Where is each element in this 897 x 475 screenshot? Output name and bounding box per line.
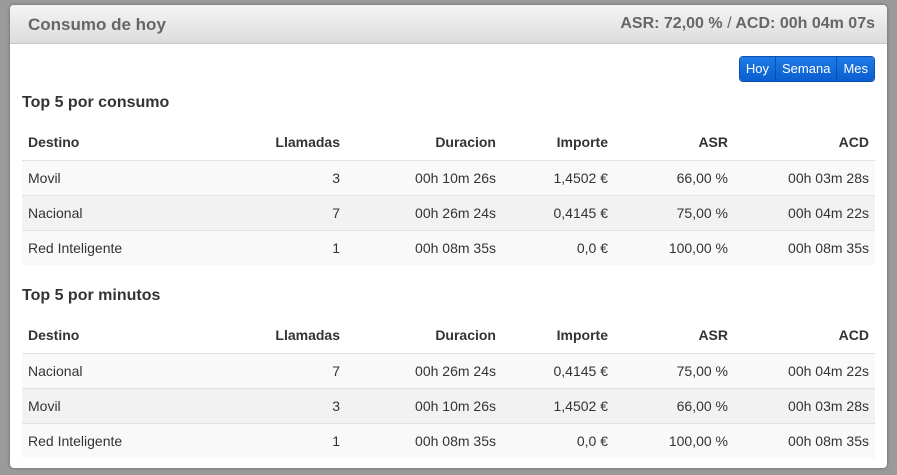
cell-asr: 75,00 %: [614, 353, 734, 389]
cell-asr: 100,00 %: [614, 230, 734, 265]
cell-importe: 1,4502 €: [502, 160, 614, 196]
col-acd: ACD: [734, 318, 875, 354]
cell-duracion: 00h 26m 24s: [346, 195, 502, 231]
col-importe: Importe: [502, 125, 614, 161]
stats-separator: /: [727, 15, 732, 32]
cell-destino: Nacional: [22, 353, 224, 389]
cell-acd: 00h 03m 28s: [734, 388, 875, 424]
cell-destino: Movil: [22, 160, 224, 196]
cell-destino: Red Inteligente: [22, 423, 224, 458]
cell-duracion: 00h 10m 26s: [346, 160, 502, 196]
table-header-row: Destino Llamadas Duracion Importe ASR AC…: [22, 125, 875, 161]
section-title-consumo: Top 5 por consumo: [22, 94, 170, 111]
table-row: Movil 3 00h 10m 26s 1,4502 € 66,00 % 00h…: [22, 160, 875, 196]
cell-importe: 0,0 €: [502, 423, 614, 458]
cell-duracion: 00h 10m 26s: [346, 388, 502, 424]
cell-duracion: 00h 26m 24s: [346, 353, 502, 389]
period-button-group: Hoy Semana Mes: [738, 56, 875, 82]
cell-acd: 00h 04m 22s: [734, 195, 875, 231]
col-llamadas: Llamadas: [224, 318, 346, 354]
cell-duracion: 00h 08m 35s: [346, 423, 502, 458]
table-header-row: Destino Llamadas Duracion Importe ASR AC…: [22, 318, 875, 354]
cell-importe: 0,4145 €: [502, 353, 614, 389]
cell-acd: 00h 03m 28s: [734, 160, 875, 196]
table-row: Nacional 7 00h 26m 24s 0,4145 € 75,00 % …: [22, 353, 875, 389]
cell-acd: 00h 04m 22s: [734, 353, 875, 389]
table-row: Movil 3 00h 10m 26s 1,4502 € 66,00 % 00h…: [22, 388, 875, 424]
summary-stats: ASR: 72,00 % / ACD: 00h 04m 07s: [620, 15, 875, 33]
cell-importe: 1,4502 €: [502, 388, 614, 424]
panel-header: Consumo de hoy ASR: 72,00 % / ACD: 00h 0…: [10, 5, 887, 44]
cell-importe: 0,4145 €: [502, 195, 614, 231]
cell-asr: 66,00 %: [614, 388, 734, 424]
cell-llamadas: 1: [224, 230, 346, 265]
col-destino: Destino: [22, 318, 224, 354]
table-row: Red Inteligente 1 00h 08m 35s 0,0 € 100,…: [22, 423, 875, 458]
cell-acd: 00h 08m 35s: [734, 423, 875, 458]
cell-duracion: 00h 08m 35s: [346, 230, 502, 265]
col-duracion: Duracion: [346, 318, 502, 354]
panel-title: Consumo de hoy: [28, 15, 166, 34]
cell-asr: 66,00 %: [614, 160, 734, 196]
consumption-panel: Consumo de hoy ASR: 72,00 % / ACD: 00h 0…: [10, 5, 887, 468]
cell-importe: 0,0 €: [502, 230, 614, 265]
cell-asr: 100,00 %: [614, 423, 734, 458]
cell-llamadas: 3: [224, 160, 346, 196]
table-top-minutos: Destino Llamadas Duracion Importe ASR AC…: [22, 318, 875, 458]
cell-llamadas: 7: [224, 353, 346, 389]
cell-llamadas: 7: [224, 195, 346, 231]
table-row: Nacional 7 00h 26m 24s 0,4145 € 75,00 % …: [22, 195, 875, 231]
section-title-minutos: Top 5 por minutos: [22, 287, 161, 304]
month-button[interactable]: Mes: [837, 57, 874, 81]
cell-llamadas: 1: [224, 423, 346, 458]
table-row: Red Inteligente 1 00h 08m 35s 0,0 € 100,…: [22, 230, 875, 265]
col-duracion: Duracion: [346, 125, 502, 161]
cell-destino: Movil: [22, 388, 224, 424]
cell-llamadas: 3: [224, 388, 346, 424]
cell-destino: Nacional: [22, 195, 224, 231]
cell-acd: 00h 08m 35s: [734, 230, 875, 265]
asr-summary: ASR: 72,00 %: [620, 15, 723, 32]
cell-destino: Red Inteligente: [22, 230, 224, 265]
acd-summary: ACD: 00h 04m 07s: [735, 15, 875, 32]
col-destino: Destino: [22, 125, 224, 161]
week-button[interactable]: Semana: [776, 57, 838, 81]
col-llamadas: Llamadas: [224, 125, 346, 161]
col-acd: ACD: [734, 125, 875, 161]
col-asr: ASR: [614, 125, 734, 161]
cell-asr: 75,00 %: [614, 195, 734, 231]
today-button[interactable]: Hoy: [739, 57, 777, 81]
col-asr: ASR: [614, 318, 734, 354]
col-importe: Importe: [502, 318, 614, 354]
table-top-consumo: Destino Llamadas Duracion Importe ASR AC…: [22, 125, 875, 265]
